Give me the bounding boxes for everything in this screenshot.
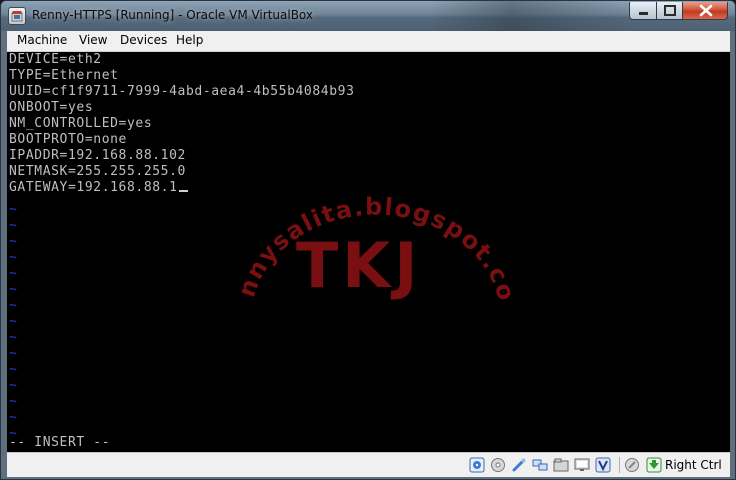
- console-line: NM_CONTROLLED=yes: [9, 116, 153, 131]
- close-button[interactable]: [682, 2, 728, 20]
- menu-view[interactable]: View: [77, 33, 109, 47]
- empty-line-tilde: ~: [9, 250, 17, 265]
- title-bar[interactable]: Renny-HTTPS [Running] - Oracle VM Virtua…: [1, 1, 735, 31]
- console-line: TYPE=Ethernet: [9, 68, 119, 83]
- window-title: Renny-HTTPS [Running] - Oracle VM Virtua…: [32, 8, 314, 22]
- empty-line-tilde: ~: [9, 282, 17, 297]
- menu-machine[interactable]: Machine: [15, 33, 69, 47]
- virtualbox-window: Renny-HTTPS [Running] - Oracle VM Virtua…: [0, 0, 736, 480]
- virtualbox-app-icon[interactable]: [8, 7, 26, 25]
- status-separator: [619, 457, 620, 473]
- shared-folders-icon[interactable]: [553, 457, 569, 473]
- virtualization-icon[interactable]: [595, 457, 611, 473]
- menu-help[interactable]: Help: [174, 33, 205, 47]
- console-line: BOOTPROTO=none: [9, 132, 127, 147]
- mouse-integration-icon[interactable]: [624, 457, 640, 473]
- empty-line-tilde: ~: [9, 218, 17, 233]
- host-key-label: Right Ctrl: [665, 458, 722, 472]
- empty-line-tilde: ~: [9, 202, 17, 217]
- empty-line-tilde: ~: [9, 410, 17, 425]
- minimize-button[interactable]: [629, 2, 657, 20]
- menu-bar: Machine View Devices Help: [7, 31, 730, 52]
- empty-line-tilde: ~: [9, 378, 17, 393]
- usb-icon[interactable]: [511, 457, 527, 473]
- display-icon[interactable]: [574, 457, 590, 473]
- empty-line-tilde: ~: [9, 346, 17, 361]
- keyboard-capture-icon[interactable]: [646, 457, 662, 473]
- console-line: GATEWAY=192.168.88.1: [9, 180, 188, 196]
- watermark-tkj: TKJ: [296, 229, 422, 302]
- optical-drive-icon[interactable]: [490, 457, 506, 473]
- vim-mode-indicator: -- INSERT --: [9, 435, 111, 450]
- empty-line-tilde: ~: [9, 314, 17, 329]
- empty-line-tilde: ~: [9, 266, 17, 281]
- text-cursor: [178, 190, 188, 192]
- network-icon[interactable]: [532, 457, 548, 473]
- maximize-button[interactable]: [656, 2, 683, 20]
- status-bar: Right Ctrl: [7, 452, 730, 477]
- console-line: IPADDR=192.168.88.102: [9, 148, 186, 163]
- empty-line-tilde: ~: [9, 394, 17, 409]
- console-line: NETMASK=255.255.255.0: [9, 164, 186, 179]
- hard-disk-icon[interactable]: [469, 457, 485, 473]
- console-line: DEVICE=eth2: [9, 52, 102, 67]
- console-line: UUID=cf1f9711-7999-4abd-aea4-4b55b4084b9…: [9, 84, 355, 99]
- empty-line-tilde: ~: [9, 298, 17, 313]
- empty-line-tilde: ~: [9, 362, 17, 377]
- empty-line-tilde: ~: [9, 234, 17, 249]
- menu-devices[interactable]: Devices: [118, 33, 169, 47]
- empty-line-tilde: ~: [9, 330, 17, 345]
- console-line: ONBOOT=yes: [9, 100, 94, 115]
